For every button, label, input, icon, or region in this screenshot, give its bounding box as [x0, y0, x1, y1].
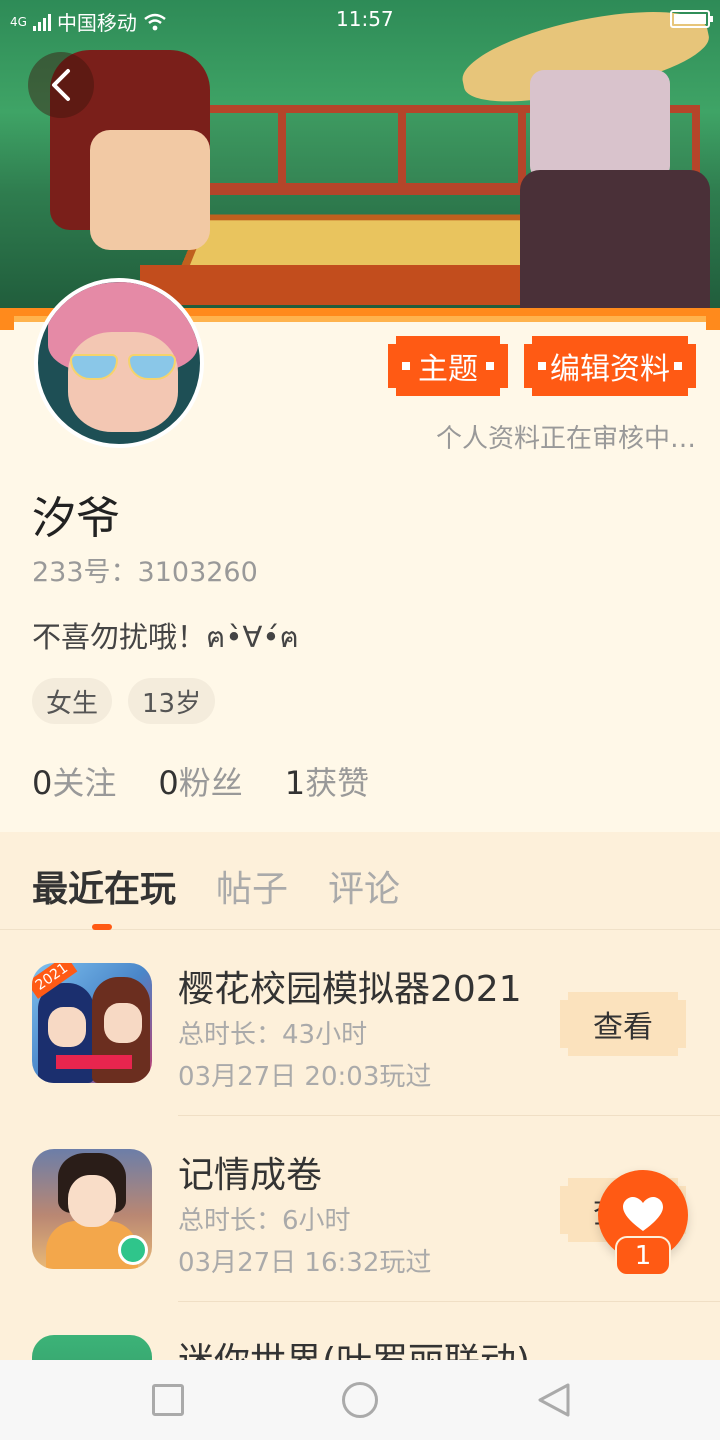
stat-followers[interactable]: 0粉丝: [158, 758, 242, 804]
banner-character-right: [455, 0, 720, 310]
review-status-text: 个人资料正在审核中…: [435, 424, 696, 454]
view-button[interactable]: 查看: [560, 992, 686, 1056]
tab-recent-games[interactable]: 最近在玩: [32, 860, 176, 912]
game-title: 樱花校园模拟器2021: [178, 969, 522, 1010]
stat-following[interactable]: 0关注: [32, 758, 116, 804]
tab-bar: 最近在玩 帖子 评论: [0, 832, 720, 930]
avatar[interactable]: [34, 278, 204, 448]
system-nav-bar: [0, 1360, 720, 1440]
clock: 11:57: [336, 7, 394, 31]
carrier-label: 中国移动: [56, 11, 137, 35]
signal-icon: [32, 13, 51, 31]
age-tag: 13岁: [128, 678, 216, 724]
wifi-icon: [144, 13, 166, 30]
game-icon-sakura-school: 2021: [32, 963, 152, 1083]
user-id: 233号：3103260: [32, 557, 258, 588]
back-button[interactable]: [28, 52, 94, 118]
tab-posts[interactable]: 帖子: [216, 860, 288, 912]
game-last-played: 03月27日 20:03玩过: [178, 1062, 432, 1092]
game-title: 迷你世界(叶罗丽联动): [178, 1332, 530, 1360]
chevron-left-icon: [52, 69, 70, 101]
game-last-played: 03月27日 16:32玩过: [178, 1248, 432, 1278]
battery-icon: [670, 10, 713, 28]
game-icon-jiqing: [32, 1149, 152, 1269]
game-duration: 总时长：43小时: [178, 1020, 368, 1050]
recents-icon[interactable]: [152, 1384, 184, 1416]
profile-banner: [0, 0, 720, 320]
username: 汐爷: [32, 493, 120, 544]
game-title: 记情成卷: [178, 1155, 323, 1196]
stat-likes[interactable]: 1获赞: [285, 758, 369, 804]
gender-tag: 女生: [32, 678, 113, 724]
status-bar: 4G 中国移动 11:57: [0, 0, 720, 40]
game-item[interactable]: 2021 樱花校园模拟器2021 总时长：43小时 03月27日 20:03玩过…: [0, 930, 720, 1116]
heart-icon: [623, 1197, 663, 1231]
tab-comments[interactable]: 评论: [328, 860, 400, 912]
edit-profile-button[interactable]: 编辑资料: [524, 336, 696, 396]
network-label: 4G: [10, 14, 27, 29]
stats-row: 0关注 0粉丝 1获赞: [32, 758, 369, 804]
game-item[interactable]: 迷你世界(叶罗丽联动): [0, 1302, 720, 1360]
home-icon[interactable]: [342, 1382, 378, 1418]
game-duration: 总时长：6小时: [178, 1206, 351, 1236]
bio: 不喜勿扰哦！ฅ•̀∀•́ฅ: [32, 620, 299, 654]
recent-games-list: 2021 樱花校园模拟器2021 总时长：43小时 03月27日 20:03玩过…: [0, 930, 720, 1360]
like-count-badge: 1: [615, 1236, 671, 1276]
theme-button[interactable]: 主题: [388, 336, 508, 396]
back-triangle-icon[interactable]: [536, 1382, 572, 1418]
game-icon-mini-world: [32, 1335, 152, 1360]
